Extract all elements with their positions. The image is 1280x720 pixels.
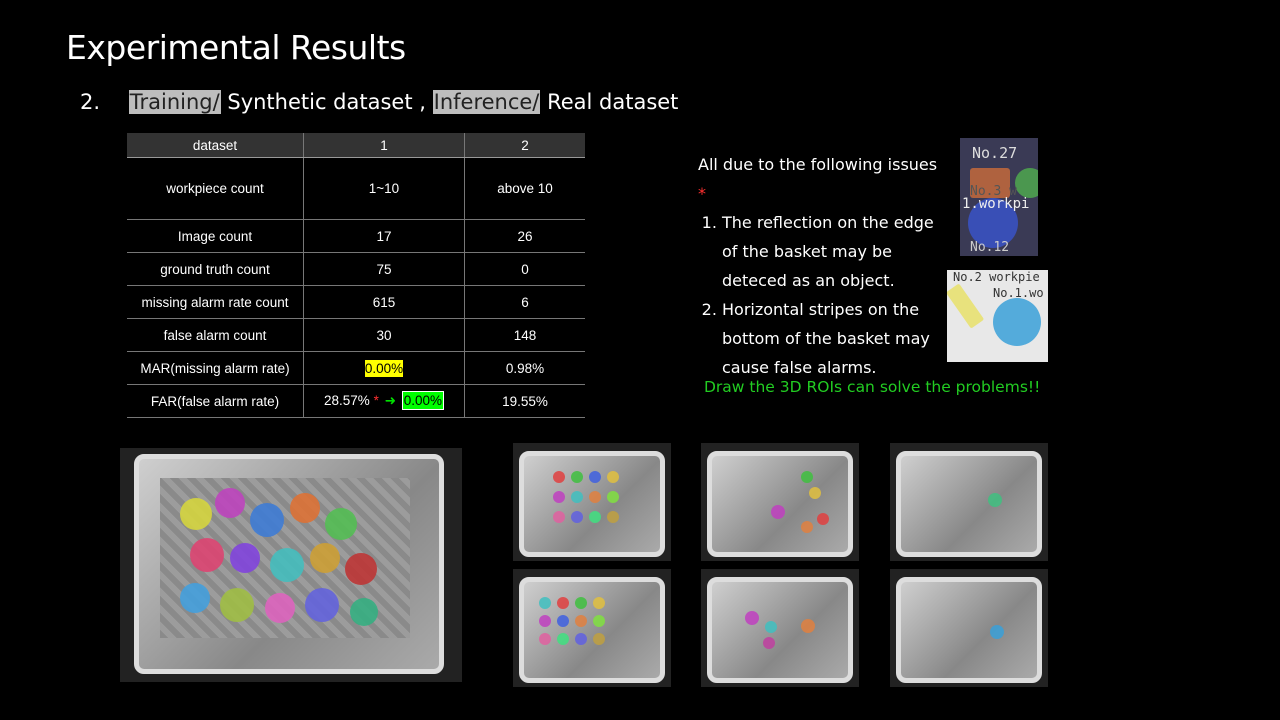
results-table: dataset 1 2 workpiece count 1~10 above 1… bbox=[127, 133, 585, 418]
header-dataset: dataset bbox=[127, 133, 304, 158]
far-after-highlight: 0.00% bbox=[401, 391, 444, 410]
header-dataset-1: 1 bbox=[303, 133, 465, 158]
issues-list: All due to the following issues * The re… bbox=[698, 150, 948, 382]
inference-image-2 bbox=[701, 443, 859, 561]
row-label: false alarm count bbox=[127, 318, 304, 352]
inference-image-5 bbox=[701, 569, 859, 687]
issues-heading: All due to the following issues * bbox=[698, 155, 938, 203]
training-label: Training/ bbox=[128, 90, 221, 114]
section-number: 2. bbox=[80, 90, 101, 114]
section-subtitle: 2. Training/ Synthetic dataset , Inferen… bbox=[80, 90, 678, 114]
row-label: Image count bbox=[127, 219, 304, 253]
row-value-1: 615 bbox=[303, 285, 465, 319]
row-label: workpiece count bbox=[127, 157, 304, 220]
table-row: ground truth count 75 0 bbox=[127, 252, 585, 286]
row-value-2: 148 bbox=[464, 318, 585, 352]
far-value-1: 28.57% * ➜ 0.00% bbox=[303, 384, 465, 418]
crop-label: No.12 bbox=[970, 240, 1010, 255]
inference-image-6 bbox=[890, 569, 1048, 687]
table-row: Image count 17 26 bbox=[127, 219, 585, 253]
crop-label: No.1.wo bbox=[993, 286, 1044, 300]
row-label: FAR(false alarm rate) bbox=[127, 384, 304, 418]
issue-item: The reflection on the edge of the basket… bbox=[722, 208, 948, 295]
crop-label: 1.workpi bbox=[962, 196, 1030, 212]
row-value-1: 75 bbox=[303, 252, 465, 286]
table-row: missing alarm rate count 615 6 bbox=[127, 285, 585, 319]
solution-text: Draw the 3D ROIs can solve the problems!… bbox=[704, 378, 1041, 396]
mar-value-1: 0.00% bbox=[303, 351, 465, 385]
inference-image-1 bbox=[513, 443, 671, 561]
table-row: workpiece count 1~10 above 10 bbox=[127, 157, 585, 220]
synthetic-label: Synthetic dataset , bbox=[227, 90, 426, 114]
issues-star: * bbox=[698, 184, 706, 203]
arrow-right-icon: ➜ bbox=[384, 393, 396, 408]
row-value-2: above 10 bbox=[464, 157, 585, 220]
real-label: Real dataset bbox=[547, 90, 679, 114]
row-value-2: 26 bbox=[464, 219, 585, 253]
row-value-1: 17 bbox=[303, 219, 465, 253]
row-label: missing alarm rate count bbox=[127, 285, 304, 319]
far-star: * bbox=[373, 393, 379, 408]
mar-value-2: 0.98% bbox=[464, 351, 585, 385]
far-before: 28.57% bbox=[324, 393, 370, 408]
row-value-2: 0 bbox=[464, 252, 585, 286]
page-title: Experimental Results bbox=[66, 28, 406, 67]
table-row: FAR(false alarm rate) 28.57% * ➜ 0.00% 1… bbox=[127, 384, 585, 418]
row-label: MAR(missing alarm rate) bbox=[127, 351, 304, 385]
far-value-2: 19.55% bbox=[464, 384, 585, 418]
table-row: MAR(missing alarm rate) 0.00% 0.98% bbox=[127, 351, 585, 385]
row-label: ground truth count bbox=[127, 252, 304, 286]
stripes-crop-image: No.2 workpie No.1.wo bbox=[947, 270, 1048, 362]
row-value-1: 1~10 bbox=[303, 157, 465, 220]
row-value-2: 6 bbox=[464, 285, 585, 319]
crop-label: No.2 workpie bbox=[953, 270, 1040, 284]
inference-image-4 bbox=[513, 569, 671, 687]
issue-item: Horizontal stripes on the bottom of the … bbox=[722, 295, 948, 382]
detection-result-image bbox=[120, 448, 462, 682]
table-row: false alarm count 30 148 bbox=[127, 318, 585, 352]
crop-label: No.27 bbox=[972, 144, 1018, 162]
mar-highlight: 0.00% bbox=[364, 359, 404, 377]
reflection-crop-image: No.27 No.3 w 1.workpi No.12 bbox=[960, 138, 1038, 256]
inference-image-3 bbox=[890, 443, 1048, 561]
inference-label: Inference/ bbox=[432, 90, 541, 114]
row-value-1: 30 bbox=[303, 318, 465, 352]
header-dataset-2: 2 bbox=[464, 133, 585, 158]
